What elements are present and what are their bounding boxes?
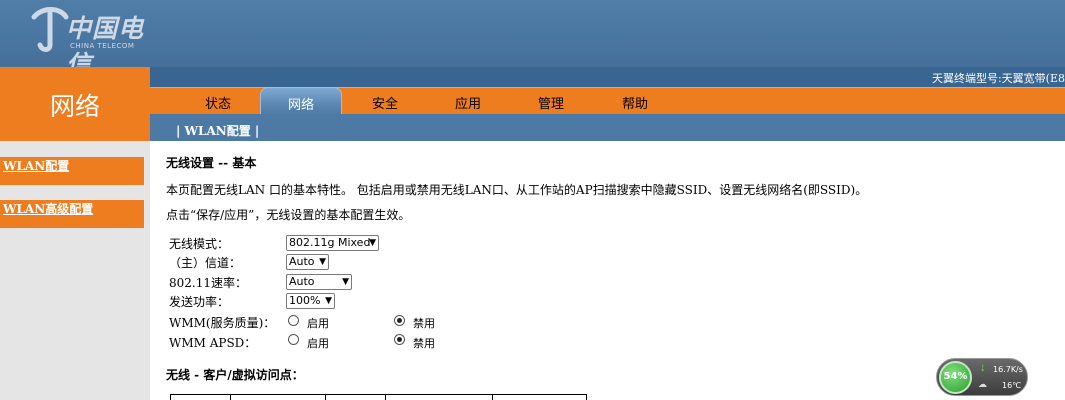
tab-network[interactable]: 网络	[260, 87, 342, 114]
rate-select[interactable]: Auto ▼	[286, 274, 352, 290]
logo-english-text: CHINA TELECOM	[70, 42, 135, 50]
tab-network-label: 网络	[287, 98, 314, 113]
table-divider	[170, 394, 171, 400]
sidebar-item-label[interactable]: WLAN配置	[3, 157, 69, 174]
chevron-down-icon: ▼	[319, 257, 326, 267]
table-divider	[230, 394, 231, 400]
wmm-apsd-disable-radio[interactable]	[394, 334, 405, 345]
rate-select-value: Auto	[289, 275, 315, 288]
section-title-panel: 网络	[0, 67, 150, 141]
wmm-label: WMM(服务质量)：	[169, 316, 276, 330]
temperature: 16℃	[1002, 381, 1022, 390]
channel-select[interactable]: Auto ▼	[286, 254, 329, 270]
power-select[interactable]: 100% ▼	[286, 293, 335, 309]
section-title: 网络	[49, 92, 100, 121]
table-divider	[492, 394, 493, 400]
wmm-enable-radio[interactable]	[288, 315, 299, 326]
tab-status[interactable]: 状态	[205, 93, 231, 112]
ap-table	[170, 394, 586, 400]
power-label: 发送功率：	[169, 295, 230, 309]
mode-label: 无线模式：	[169, 237, 230, 251]
page-title: 无线设置 -- 基本	[166, 156, 257, 170]
tab-security[interactable]: 安全	[372, 93, 398, 112]
tab-applications[interactable]: 应用	[455, 93, 481, 112]
network-monitor-widget[interactable]: 54% ⇣ 16.7K/s ☁ 16℃	[936, 358, 1028, 396]
apply-hint: 点击“保存/应用”，无线设置的基本配置生效。	[166, 208, 411, 222]
mode-select-value: 802.11g Mixed	[289, 236, 371, 249]
subnav-item-wlan-config[interactable]: | WLAN配置 |	[176, 122, 259, 139]
device-model-text: 天翼终端型号:天翼宽带(E8	[931, 72, 1065, 85]
wmm-apsd-label: WMM APSD：	[169, 336, 257, 350]
wmm-apsd-disable-label: 禁用	[413, 337, 435, 350]
wmm-disable-label: 禁用	[413, 317, 435, 330]
download-arrow-icon: ⇣	[979, 364, 987, 374]
sidebar-item-wlan-config[interactable]: WLAN配置	[0, 157, 144, 185]
tab-management[interactable]: 管理	[538, 93, 564, 112]
header-banner: 中国电信 CHINA TELECOM	[0, 0, 1065, 79]
usage-percent: 54%	[943, 371, 968, 382]
cloud-icon: ☁	[978, 380, 987, 390]
china-telecom-logo: 中国电信 CHINA TELECOM	[30, 5, 160, 79]
page-description: 本页配置无线LAN 口的基本特性。 包括启用或禁用无线LAN口、从工作站的AP扫…	[166, 183, 868, 197]
channel-select-value: Auto	[289, 255, 315, 268]
sidebar: WLAN配置 WLAN高级配置	[0, 141, 150, 400]
tab-help[interactable]: 帮助	[622, 93, 648, 112]
table-divider	[586, 394, 587, 400]
wmm-disable-radio[interactable]	[394, 315, 405, 326]
wmm-apsd-enable-label: 启用	[307, 337, 329, 350]
network-speed: 16.7K/s	[993, 365, 1023, 374]
chevron-down-icon: ▼	[369, 238, 376, 248]
table-divider	[325, 394, 326, 400]
sub-nav: | WLAN配置 |	[150, 114, 1065, 141]
wmm-apsd-enable-radio[interactable]	[288, 334, 299, 345]
rate-label: 802.11速率：	[169, 276, 247, 290]
power-select-value: 100%	[289, 294, 321, 307]
channel-label: （主）信道：	[169, 256, 242, 270]
wmm-enable-label: 启用	[307, 317, 329, 330]
chevron-down-icon: ▼	[342, 277, 349, 287]
mode-select[interactable]: 802.11g Mixed ▼	[286, 235, 379, 251]
device-model-bar: 天翼终端型号:天翼宽带(E8	[150, 67, 1065, 87]
usage-gauge: 54%	[939, 361, 972, 394]
table-divider	[385, 394, 386, 400]
sidebar-item-wlan-advanced[interactable]: WLAN高级配置	[0, 200, 144, 228]
telecom-logo-icon	[31, 7, 69, 52]
ap-section-title: 无线 - 客户/虚拟访问点：	[166, 368, 304, 382]
sidebar-item-label[interactable]: WLAN高级配置	[3, 200, 93, 217]
chevron-down-icon: ▼	[325, 296, 332, 306]
